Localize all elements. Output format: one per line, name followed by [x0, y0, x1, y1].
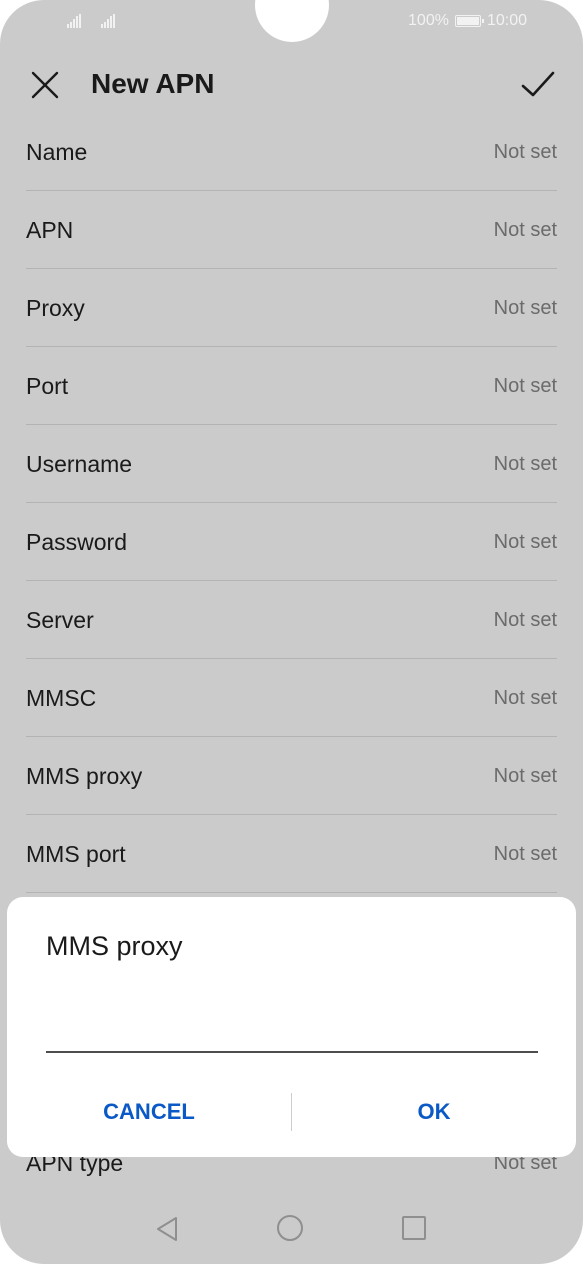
cancel-button[interactable]: CANCEL: [7, 1090, 291, 1134]
setting-label: Name: [26, 139, 88, 165]
signal-strength-icon: [101, 14, 115, 28]
mms-proxy-dialog: MMS proxy CANCEL OK: [7, 897, 576, 1157]
checkmark-icon[interactable]: [517, 64, 559, 106]
setting-label: Username: [26, 451, 133, 477]
close-icon[interactable]: [26, 66, 64, 104]
setting-row-password[interactable]: Password Not set: [26, 503, 557, 581]
setting-value: Not set: [493, 141, 557, 163]
home-circle-icon[interactable]: [277, 1215, 303, 1241]
dialog-actions: CANCEL OK: [7, 1090, 576, 1134]
setting-row-port[interactable]: Port Not set: [26, 347, 557, 425]
signal-strength-icon: [67, 14, 81, 28]
setting-value: Not set: [493, 843, 557, 865]
setting-value: Not set: [493, 219, 557, 241]
apn-settings-list: Name Not set APN Not set Proxy Not set P…: [26, 113, 557, 893]
setting-value: Not set: [493, 609, 557, 631]
back-triangle-icon[interactable]: [152, 1214, 182, 1244]
page-title: New APN: [91, 68, 215, 99]
setting-row-name[interactable]: Name Not set: [26, 113, 557, 191]
setting-row-mms-proxy[interactable]: MMS proxy Not set: [26, 737, 557, 815]
setting-label: MMSC: [26, 685, 97, 711]
setting-row-mmsc[interactable]: MMSC Not set: [26, 659, 557, 737]
clock: 10:00: [486, 12, 527, 29]
navigation-bar: [0, 1196, 583, 1264]
setting-label: APN: [26, 217, 74, 243]
toolbar: New APN: [0, 44, 583, 122]
setting-label: Server: [26, 607, 94, 633]
dialog-title: MMS proxy: [46, 931, 183, 961]
setting-value: Not set: [493, 531, 557, 553]
setting-label: Password: [26, 529, 127, 555]
status-right-group: 100% 10:00: [408, 12, 527, 30]
setting-row-apn[interactable]: APN Not set: [26, 191, 557, 269]
setting-row-server[interactable]: Server Not set: [26, 581, 557, 659]
setting-value: Not set: [493, 375, 557, 397]
ok-button[interactable]: OK: [292, 1090, 576, 1134]
setting-value: Not set: [493, 687, 557, 709]
setting-value: Not set: [493, 765, 557, 787]
setting-value: Not set: [493, 453, 557, 475]
phone-screen: 100% 10:00 New APN Name Not set APN Not …: [0, 0, 583, 1264]
recent-apps-square-icon[interactable]: [402, 1216, 426, 1240]
setting-label: MMS proxy: [26, 763, 143, 789]
battery-icon: [454, 15, 484, 27]
setting-label: MMS port: [26, 841, 126, 867]
setting-row-username[interactable]: Username Not set: [26, 425, 557, 503]
mms-proxy-input[interactable]: [46, 987, 538, 1053]
setting-label: Proxy: [26, 295, 85, 321]
setting-row-proxy[interactable]: Proxy Not set: [26, 269, 557, 347]
setting-label: Port: [26, 373, 69, 399]
setting-row-mms-port[interactable]: MMS port Not set: [26, 815, 557, 893]
battery-percent: 100%: [408, 12, 449, 29]
setting-value: Not set: [493, 297, 557, 319]
